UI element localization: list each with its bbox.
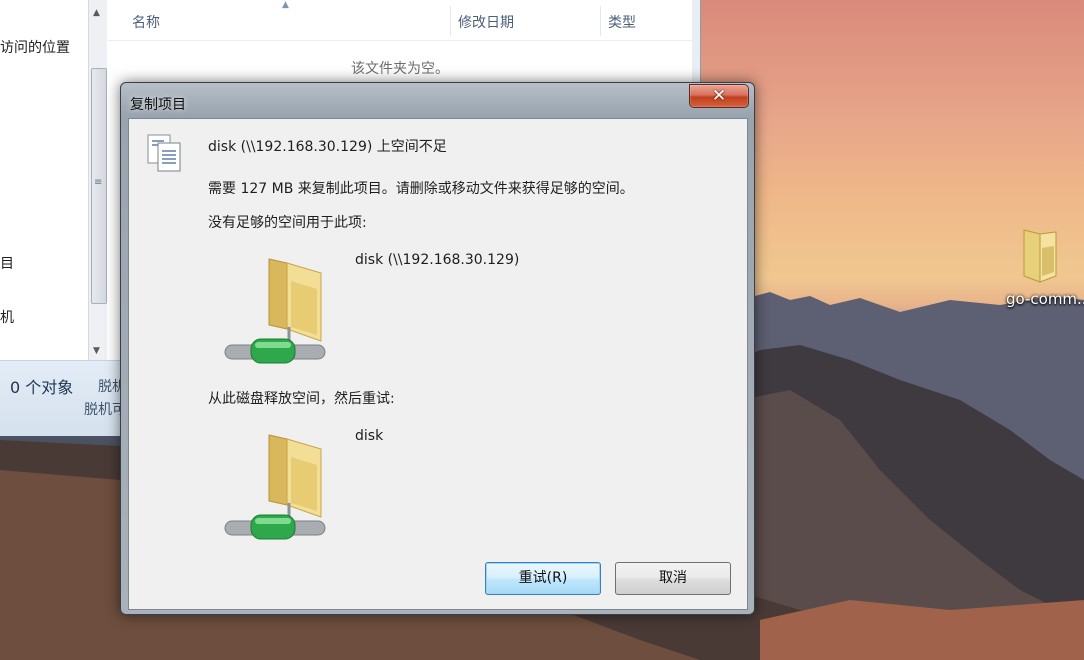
column-type[interactable]: 类型 xyxy=(608,12,636,32)
copy-pages-icon xyxy=(147,134,181,172)
column-divider[interactable] xyxy=(450,6,451,36)
close-button[interactable]: ✕ xyxy=(689,84,749,108)
dialog-heading: disk (\\192.168.30.129) 上空间不足 xyxy=(208,139,447,155)
free-target-drive-name[interactable]: disk xyxy=(355,428,383,444)
retry-button[interactable]: 重试(R) xyxy=(485,562,601,595)
column-header-row: ▲ 名称 修改日期 类型 xyxy=(108,0,692,41)
not-enough-space-label: 没有足够的空间用于此项: xyxy=(208,215,367,231)
scroll-down-arrow-icon[interactable]: ▼ xyxy=(93,346,100,356)
grip-icon: ≡ xyxy=(94,177,103,188)
nav-item-recent[interactable]: 访问的位置 xyxy=(0,37,70,57)
folder-icon xyxy=(1023,229,1057,283)
nav-item-computer[interactable]: 机 xyxy=(0,307,14,327)
network-folder-icon xyxy=(224,434,326,540)
navigation-pane: 访问的位置 目 机 ▲ ≡ ▼ xyxy=(0,0,109,360)
column-date-modified[interactable]: 修改日期 xyxy=(458,12,514,32)
desktop-shortcut[interactable]: go-comm... xyxy=(1006,226,1084,316)
copy-item-dialog: 复制项目 ✕ disk (\\192.168.30.129) 上空间不足 需要 … xyxy=(120,82,755,615)
column-divider[interactable] xyxy=(600,6,601,36)
space-needed-message: 需要 127 MB 来复制此项目。请删除或移动文件来获得足够的空间。 xyxy=(208,181,634,197)
free-space-label: 从此磁盘释放空间，然后重试: xyxy=(208,391,395,407)
sort-arrow-icon: ▲ xyxy=(282,0,289,10)
nav-item-folder[interactable]: 目 xyxy=(0,253,14,273)
empty-folder-message: 该文件夹为空。 xyxy=(351,61,449,77)
dialog-body: disk (\\192.168.30.129) 上空间不足 需要 127 MB … xyxy=(128,118,748,610)
desktop-shortcut-label: go-comm... xyxy=(1006,290,1084,308)
target-drive-name: disk (\\192.168.30.129) xyxy=(355,252,520,268)
scrollbar-thumb[interactable]: ≡ xyxy=(91,68,107,304)
network-folder-icon xyxy=(224,258,326,364)
close-icon: ✕ xyxy=(711,86,727,106)
cancel-button[interactable]: 取消 xyxy=(615,562,731,595)
scroll-up-arrow-icon[interactable]: ▲ xyxy=(93,8,100,18)
nav-scrollbar[interactable]: ▲ ≡ ▼ xyxy=(88,0,107,360)
column-name[interactable]: 名称 xyxy=(132,12,160,32)
object-count: 0 个对象 xyxy=(10,378,74,397)
dialog-title: 复制项目 xyxy=(130,97,186,113)
